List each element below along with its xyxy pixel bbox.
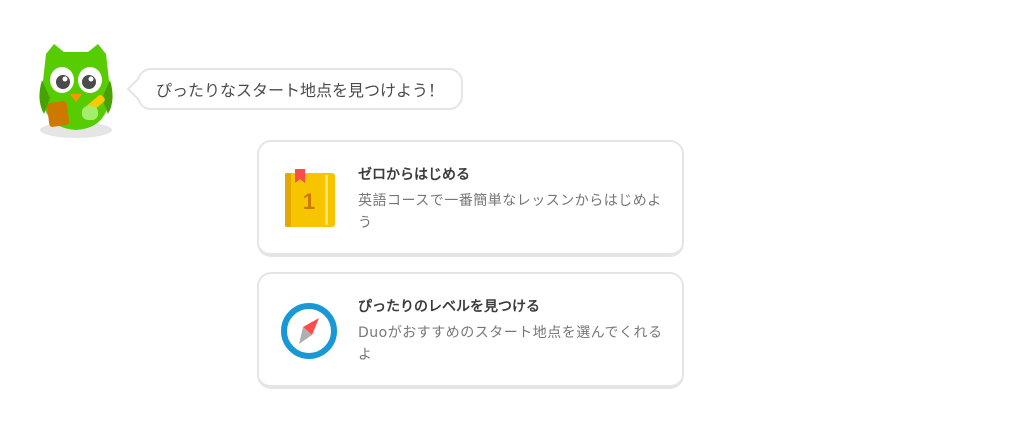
find-level-card[interactable]: ぴったりのレベルを見つける Duoがおすすめのスタート地点を選んでくれるよ [257,272,684,389]
speech-bubble: ぴったりなスタート地点を見つけよう！ [126,68,464,110]
card-title: ゼロからはじめる [358,167,470,183]
speech-bubble-tail [126,77,150,101]
start-from-scratch-card[interactable]: 1 ゼロからはじめる 英語コースで一番簡単なレッスンからはじめよう [257,140,684,257]
owl-icon [39,44,113,138]
speech-bubble-text: ぴったりなスタート地点を見つけよう！ [156,81,445,100]
card-description: Duoがおすすめのスタート地点を選んでくれるよ [358,325,663,363]
duo-mascot [34,40,120,140]
card-title: ぴったりのレベルを見つける [358,299,540,315]
svg-text:1: 1 [303,189,315,214]
card-description: 英語コースで一番簡単なレッスンからはじめよう [358,193,662,231]
compass-icon [279,301,339,361]
book-icon: 1 [279,169,339,229]
